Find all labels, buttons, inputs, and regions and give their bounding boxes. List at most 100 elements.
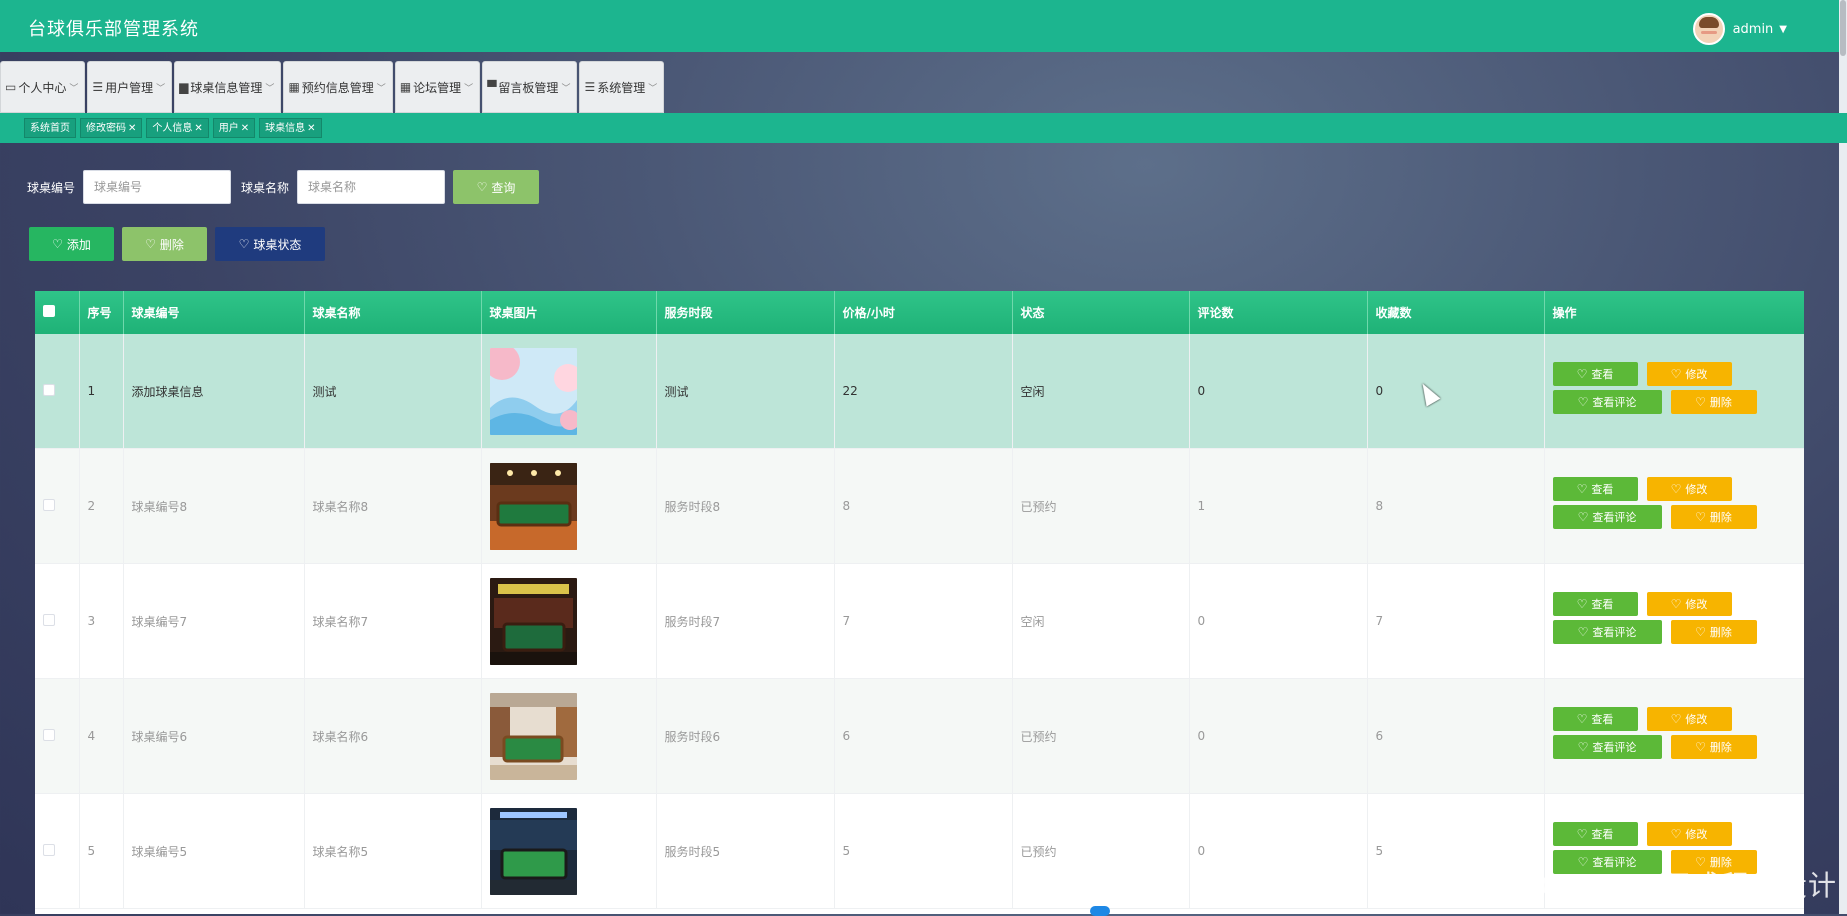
view-comments-button[interactable]: ♡ 查看评论 (1552, 620, 1662, 644)
row-checkbox[interactable] (35, 334, 80, 449)
row-checkbox[interactable] (35, 678, 80, 794)
cell-table-name: 球桌名称7 (304, 563, 482, 679)
table-name-label: 球桌名称 (241, 180, 290, 195)
view-comments-button[interactable]: ♡ 查看评论 (1552, 735, 1662, 759)
heart-icon: ♡ (1576, 482, 1588, 496)
table-row[interactable]: 5 球桌编号5 球桌名称5 服务时段5 5 已预约 0 5 ♡ 查看 ♡ 修改 … (35, 793, 1804, 909)
horizontal-scroll-handle[interactable] (1090, 906, 1110, 916)
add-button[interactable]: ♡ 添加 (29, 227, 114, 261)
avatar[interactable] (1692, 13, 1725, 45)
view-comments-button[interactable]: ♡ 查看评论 (1552, 505, 1662, 529)
menu-item-forum[interactable]: ▦ 论坛管理 ﹀ (394, 61, 481, 113)
view-button[interactable]: ♡ 查看 (1552, 592, 1638, 616)
cell-image (481, 678, 657, 794)
table-image[interactable] (489, 577, 577, 665)
table-row[interactable]: 1 添加球桌信息 测试 测试 22 空闲 0 0 ♡ 查看 ♡ 修改 ♡ 查看评… (35, 334, 1804, 449)
cell-price: 6 (834, 678, 1013, 794)
menu-item-label: 预约信息管理 (301, 80, 374, 95)
heart-icon: ♡ (1695, 510, 1706, 524)
edit-button[interactable]: ♡ 修改 (1646, 477, 1732, 501)
batch-delete-button[interactable]: ♡ 删除 (122, 227, 207, 261)
heart-icon: ♡ (1695, 740, 1706, 754)
close-icon[interactable]: ✕ (307, 123, 315, 134)
tag-user[interactable]: 用户 ✕ (212, 118, 256, 138)
tag-table-info[interactable]: 球桌信息 ✕ (259, 118, 322, 138)
tab-tags-bar: 系统首页 修改密码 ✕ 个人信息 ✕ 用户 ✕ 球桌信息 ✕ (0, 113, 1847, 143)
tag-change-password[interactable]: 修改密码 ✕ (80, 118, 143, 138)
select-all-checkbox[interactable] (35, 291, 80, 334)
edit-button[interactable]: ♡ 修改 (1646, 822, 1732, 846)
heart-icon: ♡ (238, 237, 250, 251)
table-image[interactable] (489, 692, 577, 780)
cell-status: 空闲 (1012, 563, 1190, 679)
cell-comments: 1 (1189, 448, 1368, 564)
menu-item-system[interactable]: ☰ 系统管理 ﹀ (579, 61, 665, 113)
cell-service-period: 服务时段7 (656, 563, 835, 679)
delete-button[interactable]: ♡ 删除 (1670, 390, 1757, 414)
heart-icon: ♡ (1576, 827, 1588, 841)
heart-icon: ♡ (476, 180, 488, 194)
close-icon[interactable]: ✕ (241, 123, 249, 134)
view-comments-button[interactable]: ♡ 查看评论 (1552, 390, 1662, 414)
menu-item-booking[interactable]: ▦ 预约信息管理 ﹀ (283, 61, 393, 113)
cell-status: 已预约 (1012, 448, 1190, 564)
query-button[interactable]: ♡ 查询 (453, 170, 540, 204)
action-bar: ♡ 添加 ♡ 删除 ♡ 球桌状态 (29, 227, 325, 261)
menu-item-message-board[interactable]: ▀ 留言板管理 ﹀ (482, 61, 578, 113)
table-no-input[interactable]: 球桌编号 (83, 170, 232, 204)
menu-item-label: 个人中心 (18, 80, 67, 95)
table-name-input[interactable]: 球桌名称 (297, 170, 446, 204)
cell-actions: ♡ 查看 ♡ 修改 ♡ 查看评论 ♡ 删除 (1544, 448, 1804, 564)
view-button[interactable]: ♡ 查看 (1552, 362, 1638, 386)
edit-button[interactable]: ♡ 修改 (1646, 362, 1732, 386)
table-image[interactable] (489, 462, 577, 550)
view-button[interactable]: ♡ 查看 (1552, 707, 1638, 731)
table-status-button[interactable]: ♡ 球桌状态 (215, 227, 325, 261)
table-row[interactable]: 4 球桌编号6 球桌名称6 服务时段6 6 已预约 0 6 ♡ 查看 ♡ 修改 … (35, 678, 1804, 794)
table-image[interactable] (489, 807, 577, 895)
close-icon[interactable]: ✕ (194, 123, 202, 134)
chevron-down-icon: ﹀ (69, 83, 79, 94)
app-title: 台球俱乐部管理系统 (28, 19, 199, 40)
edit-button[interactable]: ♡ 修改 (1646, 592, 1732, 616)
monitor-icon: ▀ (487, 80, 497, 94)
cell-index: 3 (79, 563, 124, 679)
table-row[interactable]: 2 球桌编号8 球桌名称8 服务时段8 8 已预约 1 8 ♡ 查看 ♡ 修改 … (35, 448, 1804, 564)
table-image[interactable] (489, 347, 577, 435)
menu-item-personal-center[interactable]: ▭ 个人中心 ﹀ (0, 61, 86, 113)
table-row[interactable]: 3 球桌编号7 球桌名称7 服务时段7 7 空闲 0 7 ♡ 查看 ♡ 修改 ♡… (35, 563, 1804, 679)
menu-item-table-info[interactable]: ▆ 球桌信息管理 ﹀ (174, 61, 282, 113)
col-table-no: 球桌编号 (123, 291, 305, 334)
tag-personal-info[interactable]: 个人信息 ✕ (146, 118, 209, 138)
username[interactable]: admin (1733, 22, 1774, 37)
chevron-down-icon: ﹀ (156, 83, 166, 94)
cell-table-no: 添加球桌信息 (123, 334, 305, 449)
delete-button[interactable]: ♡ 删除 (1670, 505, 1757, 529)
row-checkbox[interactable] (35, 448, 80, 564)
edit-button[interactable]: ♡ 修改 (1646, 707, 1732, 731)
cell-comments: 0 (1189, 793, 1368, 909)
view-button[interactable]: ♡ 查看 (1552, 822, 1638, 846)
col-actions: 操作 (1544, 291, 1804, 334)
cell-price: 8 (834, 448, 1013, 564)
delete-button[interactable]: ♡ 删除 (1670, 735, 1757, 759)
caret-down-icon[interactable]: ▼ (1779, 24, 1787, 35)
heart-icon: ♡ (1670, 712, 1682, 726)
cell-status: 空闲 (1012, 334, 1190, 449)
row-checkbox[interactable] (35, 793, 80, 909)
heart-icon: ♡ (1576, 597, 1588, 611)
cell-actions: ♡ 查看 ♡ 修改 ♡ 查看评论 ♡ 删除 (1544, 678, 1804, 794)
grid-icon: ▦ (288, 80, 300, 94)
heart-icon: ♡ (1576, 712, 1588, 726)
row-checkbox[interactable] (35, 563, 80, 679)
menu-item-user-management[interactable]: ☰ 用户管理 ﹀ (87, 61, 173, 113)
tag-home[interactable]: 系统首页 (24, 118, 76, 138)
delete-button[interactable]: ♡ 删除 (1670, 620, 1757, 644)
cell-favorites: 8 (1367, 448, 1545, 564)
list-icon: ☰ (584, 80, 596, 94)
view-button[interactable]: ♡ 查看 (1552, 477, 1638, 501)
main-menu: ▭ 个人中心 ﹀ ☰ 用户管理 ﹀ ▆ 球桌信息管理 ﹀ ▦ 预约信息管理 ﹀ … (0, 61, 666, 113)
data-table: 序号 球桌编号 球桌名称 球桌图片 服务时段 价格/小时 状态 评论数 收藏数 … (35, 291, 1804, 914)
user-menu[interactable]: admin ▼ (1692, 13, 1787, 45)
close-icon[interactable]: ✕ (128, 123, 136, 134)
